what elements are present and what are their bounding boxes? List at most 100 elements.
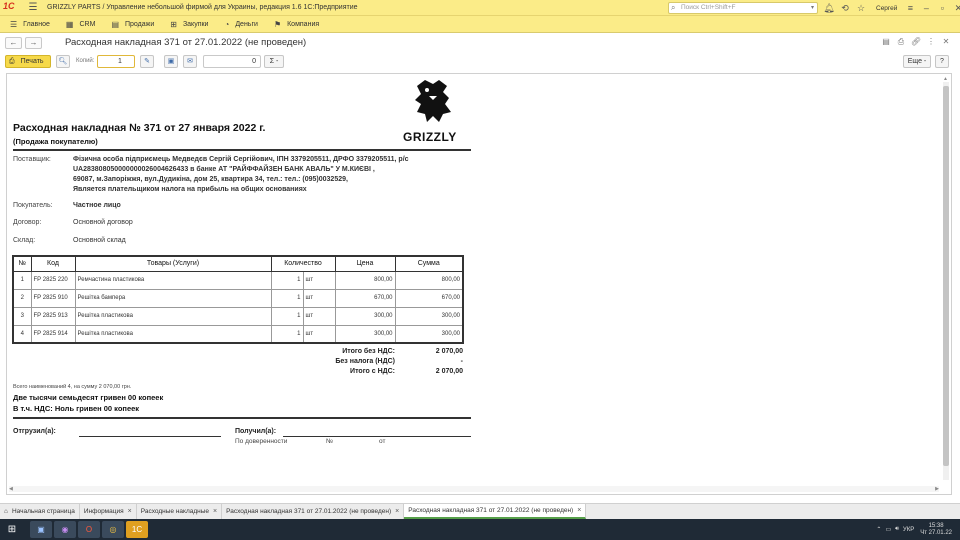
bell-icon[interactable]: 🔔︎ bbox=[822, 1, 836, 15]
close-document-icon[interactable]: ✕ bbox=[940, 37, 952, 46]
app-title: GRIZZLY PARTS / Управление небольшой фир… bbox=[47, 4, 358, 11]
settings-icon[interactable]: ≡ bbox=[903, 1, 917, 15]
cell-sum: 300,00 bbox=[394, 306, 464, 326]
close-tab-icon[interactable]: × bbox=[128, 508, 132, 515]
sales-icon: ▤ bbox=[111, 19, 119, 29]
edit-button[interactable]: ✎ bbox=[140, 55, 154, 68]
logo-text: GRIZZLY bbox=[403, 130, 457, 144]
menu-item-main[interactable]: ☰ Главное bbox=[10, 20, 50, 29]
tab-information[interactable]: Информация × bbox=[80, 504, 137, 519]
horizontal-scrollbar[interactable]: ◀ ▶ bbox=[9, 486, 939, 492]
close-tab-icon[interactable]: × bbox=[395, 508, 399, 515]
scroll-left-icon[interactable]: ◀ bbox=[9, 486, 13, 492]
link-icon[interactable]: 🔗︎ bbox=[910, 37, 922, 46]
scroll-up-icon[interactable]: ▲ bbox=[943, 76, 948, 82]
scrollbar-thumb[interactable] bbox=[943, 86, 949, 466]
os-taskbar: ⊞ ▣ ◉ O ◎ 1С ⌃ ▭ 🔊︎ УКР 15:38 Чт 27.01.2… bbox=[0, 519, 960, 540]
help-button[interactable]: ? bbox=[935, 55, 949, 68]
scroll-right-icon[interactable]: ▶ bbox=[935, 486, 939, 492]
taskbar-app-chrome-icon[interactable]: ◎ bbox=[102, 521, 124, 538]
email-button[interactable]: ✉ bbox=[183, 55, 197, 68]
cell-name: Ремчастина пластикова bbox=[74, 270, 272, 290]
clock[interactable]: 15:38 Чт 27.01.22 bbox=[920, 523, 952, 537]
app-logo: 1С bbox=[3, 0, 15, 11]
taskbar-app-viber-icon[interactable]: ◉ bbox=[54, 521, 76, 538]
print-button[interactable]: ⎙ Печать bbox=[5, 55, 51, 68]
tab-label: Начальная страница bbox=[11, 508, 75, 515]
menu-item-label: Деньги bbox=[235, 20, 258, 28]
cell-number: 1 bbox=[12, 270, 32, 290]
grid-icon: ☰ bbox=[10, 19, 18, 29]
copies-input[interactable]: 1 bbox=[97, 55, 135, 68]
search-icon: ⌕ bbox=[671, 3, 676, 12]
clock-time: 15:38 bbox=[928, 522, 944, 529]
cell-unit: шт bbox=[302, 306, 336, 326]
cell-number: 4 bbox=[12, 324, 32, 344]
sum-value-field[interactable]: 0 bbox=[203, 55, 261, 68]
magnifier-icon: 🔍︎ bbox=[58, 58, 68, 65]
more-button[interactable]: Еще - bbox=[903, 55, 931, 68]
cell-qty: 1 bbox=[270, 288, 304, 308]
history-icon[interactable]: ⟲ bbox=[838, 1, 852, 15]
menu-item-sales[interactable]: ▤ Продажи bbox=[111, 20, 154, 29]
user-name[interactable]: Сергей bbox=[876, 5, 897, 12]
proxy-label: По доверенности bbox=[235, 438, 288, 445]
tab-sales-invoices[interactable]: Расходные накладные × bbox=[137, 504, 223, 519]
column-header: Код bbox=[30, 255, 76, 272]
close-tab-icon[interactable]: × bbox=[213, 508, 217, 515]
cell-unit: шт bbox=[302, 288, 336, 308]
tab-home[interactable]: ⌂ Начальная страница bbox=[0, 504, 80, 519]
menu-item-purchases[interactable]: ⊞ Закупки bbox=[170, 20, 208, 29]
star-icon[interactable]: ☆ bbox=[854, 1, 868, 15]
divider bbox=[13, 417, 471, 419]
report-icon[interactable]: ▤ bbox=[880, 37, 892, 46]
show-hidden-icons-icon[interactable]: ⌃ bbox=[876, 526, 881, 533]
more-vertical-icon[interactable]: ⋮ bbox=[925, 37, 937, 46]
global-search-input[interactable]: ⌕ Поиск Ctrl+Shift+F ▾ bbox=[668, 2, 818, 14]
column-header: № bbox=[12, 255, 32, 272]
network-icon[interactable]: ▭ bbox=[885, 526, 891, 533]
tab-invoice-371[interactable]: Расходная накладная 371 от 27.01.2022 (н… bbox=[222, 504, 405, 519]
sum-button[interactable]: Σ - bbox=[264, 55, 284, 68]
invoice-document: GRIZZLY Расходная накладная № 371 от 27 … bbox=[12, 80, 477, 482]
copies-label: Копий: bbox=[76, 58, 95, 64]
shipped-label: Отгрузил(а): bbox=[13, 428, 56, 435]
taskbar-app-explorer-icon[interactable]: ▣ bbox=[30, 521, 52, 538]
taskbar-app-opera-icon[interactable]: O bbox=[78, 521, 100, 538]
volume-icon[interactable]: 🔊︎ bbox=[895, 526, 899, 533]
menu-item-company[interactable]: ⚑ Компания bbox=[274, 20, 319, 29]
main-menu-icon[interactable]: ☰ bbox=[27, 1, 39, 15]
items-summary: Всего наименований 4, на сумму 2 070,00 … bbox=[13, 384, 132, 390]
table-row: 2 FP 2825 910 Решітка бампера 1 шт 670,0… bbox=[12, 288, 464, 308]
printable-document-area[interactable]: ▲ ◀ ▶ GRIZZLY Расходная накладная № 371 … bbox=[6, 73, 952, 495]
cell-qty: 1 bbox=[270, 324, 304, 344]
chevron-down-icon[interactable]: ▾ bbox=[811, 3, 814, 13]
supplier-line-1: Фізична особа підприємець Медведєв Сергі… bbox=[73, 156, 409, 163]
tab-label: Расходные накладные bbox=[140, 508, 210, 515]
back-button[interactable]: ← bbox=[5, 37, 22, 49]
windows-start-icon[interactable]: ⊞ bbox=[0, 519, 24, 540]
language-indicator[interactable]: УКР bbox=[903, 527, 914, 533]
taskbar-app-1c-icon[interactable]: 1С bbox=[126, 521, 148, 538]
column-header: Цена bbox=[334, 255, 396, 272]
envelope-icon: ✉ bbox=[187, 58, 193, 65]
page-title: Расходная накладная 371 от 27.01.2022 (н… bbox=[65, 37, 307, 48]
buyer-label: Покупатель: bbox=[13, 202, 53, 209]
tab-invoice-371-print[interactable]: Расходная накладная 371 от 27.01.2022 (н… bbox=[404, 504, 587, 519]
menu-item-money[interactable]: ◔ Деньги bbox=[224, 20, 257, 29]
preview-button[interactable]: 🔍︎ bbox=[56, 55, 70, 68]
minimize-icon[interactable]: – bbox=[919, 1, 933, 15]
close-icon[interactable]: ✕ bbox=[951, 1, 960, 15]
column-header: Количество bbox=[270, 255, 336, 272]
menu-item-crm[interactable]: ▦ CRM bbox=[66, 20, 96, 29]
forward-button[interactable]: → bbox=[25, 37, 42, 49]
maximize-icon[interactable]: ▫ bbox=[935, 1, 949, 15]
vertical-scrollbar[interactable]: ▲ bbox=[943, 76, 949, 480]
close-tab-icon[interactable]: × bbox=[577, 507, 581, 514]
supplier-line-3: 69087, м.Запоріжжя, вул.Дудикіна, дом 25… bbox=[73, 176, 348, 183]
cell-sum: 300,00 bbox=[394, 324, 464, 344]
save-button[interactable]: ▣ bbox=[164, 55, 178, 68]
supplier-line-2: UA283808050000000026004626433 в банке АТ… bbox=[73, 166, 375, 173]
print-preview-icon[interactable]: ⎙ bbox=[895, 37, 907, 47]
print-label: Печать bbox=[20, 58, 44, 65]
